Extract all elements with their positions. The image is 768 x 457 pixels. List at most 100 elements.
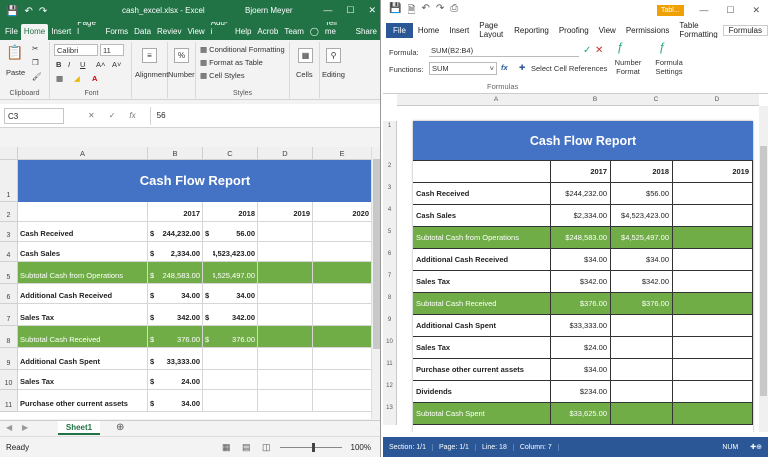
tab-formulas[interactable]: Formulas (722, 24, 768, 36)
save-icon[interactable]: 💾 (6, 6, 18, 17)
cancel-icon[interactable]: ✕ (595, 45, 603, 56)
tab-data[interactable]: Data (131, 27, 154, 40)
cell[interactable]: $376.00 (611, 293, 673, 314)
percent-icon[interactable]: % (174, 48, 189, 63)
cell[interactable]: $ (148, 370, 158, 389)
zoom-icon[interactable]: ✚⊕ (744, 443, 768, 451)
cell[interactable]: 34.00 (158, 284, 203, 303)
cell[interactable]: $34.00 (551, 359, 611, 380)
cell[interactable] (313, 326, 372, 347)
cell[interactable] (313, 370, 372, 389)
sheet-tab-sheet1[interactable]: Sheet1 (58, 421, 100, 435)
number-format-button[interactable]: Number Format (611, 58, 645, 76)
cell[interactable]: 24.00 (158, 370, 203, 389)
minimize-icon[interactable]: — (699, 5, 708, 16)
cell[interactable]: 56.00 (213, 222, 258, 241)
prev-sheet-icon[interactable]: ◀ (6, 423, 12, 432)
cell[interactable] (258, 262, 313, 283)
cell-styles-button[interactable]: ▦ Cell Styles (200, 71, 245, 80)
cell[interactable] (213, 390, 258, 411)
cell[interactable]: $ (148, 348, 158, 369)
row-header-3[interactable]: 3 (0, 222, 18, 242)
cell[interactable] (203, 202, 213, 221)
cell[interactable]: 2018 (213, 202, 258, 221)
font-name-dropdown[interactable]: Calibri (54, 44, 98, 56)
italic-icon[interactable]: I (68, 60, 70, 69)
add-sheet-icon[interactable]: ⊕ (116, 422, 124, 433)
close-icon[interactable]: ✕ (368, 5, 376, 16)
row-header-6[interactable]: 6 (0, 284, 18, 304)
cell[interactable] (611, 359, 673, 380)
cell[interactable]: $ (148, 304, 158, 325)
row-header-10[interactable]: 10 (0, 370, 18, 390)
cell[interactable]: $ (148, 222, 158, 241)
cell[interactable]: Sales Tax (18, 304, 148, 325)
cell[interactable] (203, 370, 213, 389)
alignment-button[interactable]: Alignment (135, 70, 168, 79)
cell[interactable] (258, 242, 313, 261)
paste-icon[interactable]: 📋 (6, 44, 23, 61)
cell[interactable]: 2019 (673, 161, 753, 182)
cell[interactable] (673, 249, 753, 270)
col-header-b[interactable]: B (148, 147, 203, 160)
formula-input[interactable]: SUM(B2:B4) (429, 45, 579, 57)
redo-icon[interactable]: ↷ (39, 6, 47, 17)
maximize-icon[interactable]: ☐ (346, 5, 354, 16)
cell[interactable]: Subtotal Cash from Operations (18, 262, 148, 283)
tab-formulas[interactable]: Forms (102, 27, 131, 40)
cell[interactable]: $4,525,497.00 (611, 227, 673, 248)
cell[interactable]: 376.00 (158, 326, 203, 347)
cell[interactable]: $ (203, 222, 213, 241)
cell[interactable]: 2017 (158, 202, 203, 221)
select-cell-references-button[interactable]: Select Cell References (531, 64, 607, 73)
cell[interactable]: Additional Cash Spent (18, 348, 148, 369)
cell[interactable] (18, 202, 148, 221)
underline-icon[interactable]: U (80, 60, 85, 69)
tab-insert[interactable]: Insert (48, 27, 74, 40)
cancel-icon[interactable]: ✕ (88, 111, 95, 120)
vertical-scrollbar[interactable] (371, 147, 380, 419)
row-header-5[interactable]: 5 (0, 262, 18, 284)
col-header-a[interactable]: A (18, 147, 148, 160)
tab-reporting[interactable]: Reporting (509, 26, 554, 35)
close-icon[interactable]: ✕ (752, 5, 760, 16)
search-icon[interactable]: ⚲ (326, 48, 341, 63)
zoom-level[interactable]: 100% (351, 443, 371, 452)
cell[interactable] (313, 284, 372, 303)
font-color-icon[interactable]: A (92, 74, 97, 83)
cell[interactable] (258, 370, 313, 389)
cell[interactable] (611, 381, 673, 402)
cell[interactable]: $33,625.00 (551, 403, 611, 424)
cell[interactable]: Cash Received (18, 222, 148, 241)
cell[interactable]: $ (148, 242, 158, 261)
function-dropdown[interactable]: SUM ˅ (429, 62, 497, 75)
insert-function-icon[interactable]: fx (501, 63, 508, 72)
tab-team[interactable]: Team (281, 27, 307, 40)
cell[interactable]: 2020 (313, 202, 372, 221)
cell[interactable]: Subtotal Cash Spent (413, 403, 551, 424)
print-icon[interactable]: ⎙ (450, 3, 458, 20)
document-area[interactable]: A B C D 2 3 4 5 6 7 8 9 10 11 12 13 1 Cash Flow Repo… (383, 94, 768, 432)
cell[interactable]: $ (148, 284, 158, 303)
cell[interactable]: Additional Cash Received (413, 249, 551, 270)
cell[interactable]: Subtotal Cash Received (18, 326, 148, 347)
cell[interactable] (673, 293, 753, 314)
row-header-9[interactable]: 9 (0, 348, 18, 370)
cell[interactable]: 248,583.00 (158, 262, 203, 283)
copy-icon[interactable]: ❐ (32, 58, 39, 67)
align-icon[interactable]: ≡ (142, 48, 157, 63)
cell[interactable]: $4,523,423.00 (213, 242, 258, 261)
cell[interactable]: $4,523,423.00 (611, 205, 673, 226)
cell[interactable]: 34.00 (158, 390, 203, 411)
minimize-icon[interactable]: — (323, 5, 332, 16)
cell[interactable]: 342.00 (213, 304, 258, 325)
tab-acrobat[interactable]: Acrob (254, 27, 281, 40)
cell[interactable]: $24.00 (551, 337, 611, 358)
tab-view[interactable]: View (594, 26, 621, 35)
paste-button[interactable]: Paste (6, 68, 25, 77)
cell[interactable]: Dividends (413, 381, 551, 402)
formula-input[interactable]: 56 (149, 106, 380, 125)
save-icon[interactable]: 💾 (389, 3, 401, 20)
cell[interactable]: $ (148, 326, 158, 347)
grow-font-icon[interactable]: A˄ (96, 60, 105, 69)
